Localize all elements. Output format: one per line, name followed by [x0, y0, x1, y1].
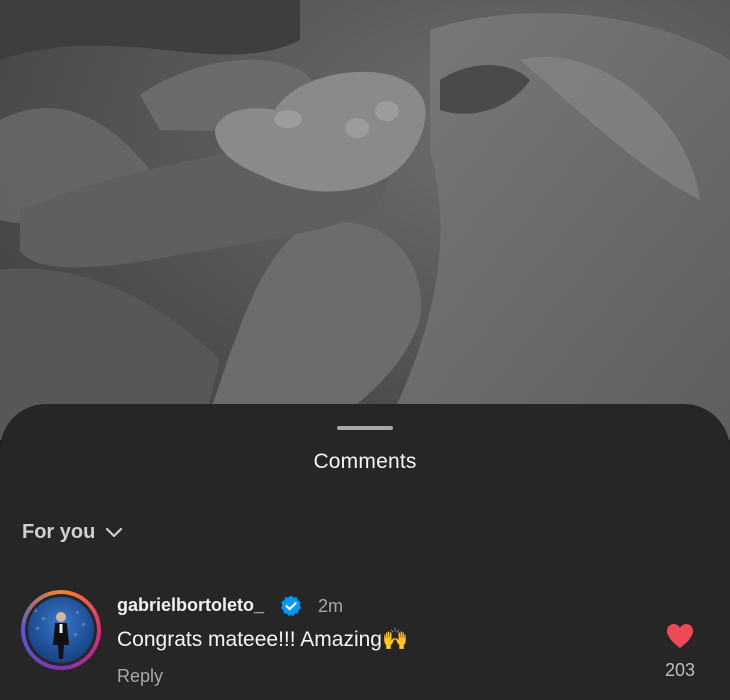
comments-sheet: Comments For you gabrielbortoleto_ 2m Co… — [0, 404, 730, 700]
comment-timestamp: 2m — [318, 596, 344, 616]
like-count: 203 — [664, 660, 696, 680]
baby-hand-photo — [0, 0, 730, 440]
comment-text: Congrats mateee!!! Amazing🙌 — [117, 628, 409, 651]
heart-icon[interactable] — [665, 622, 695, 650]
avatar-photo — [34, 609, 85, 659]
avatar[interactable] — [21, 590, 101, 670]
verified-badge-icon — [281, 595, 301, 617]
chevron-down-icon — [106, 527, 123, 537]
drag-handle[interactable] — [337, 426, 393, 430]
post-photo — [0, 0, 730, 440]
sheet-title: Comments — [313, 450, 417, 473]
reply-button[interactable]: Reply — [117, 666, 163, 687]
comment-username[interactable]: gabrielbortoleto_ — [117, 595, 264, 616]
filter-label: For you — [22, 521, 96, 543]
comment-filter-dropdown[interactable]: For you — [22, 521, 123, 544]
comment-item: gabrielbortoleto_ 2m Congrats mateee!!! … — [0, 586, 730, 696]
